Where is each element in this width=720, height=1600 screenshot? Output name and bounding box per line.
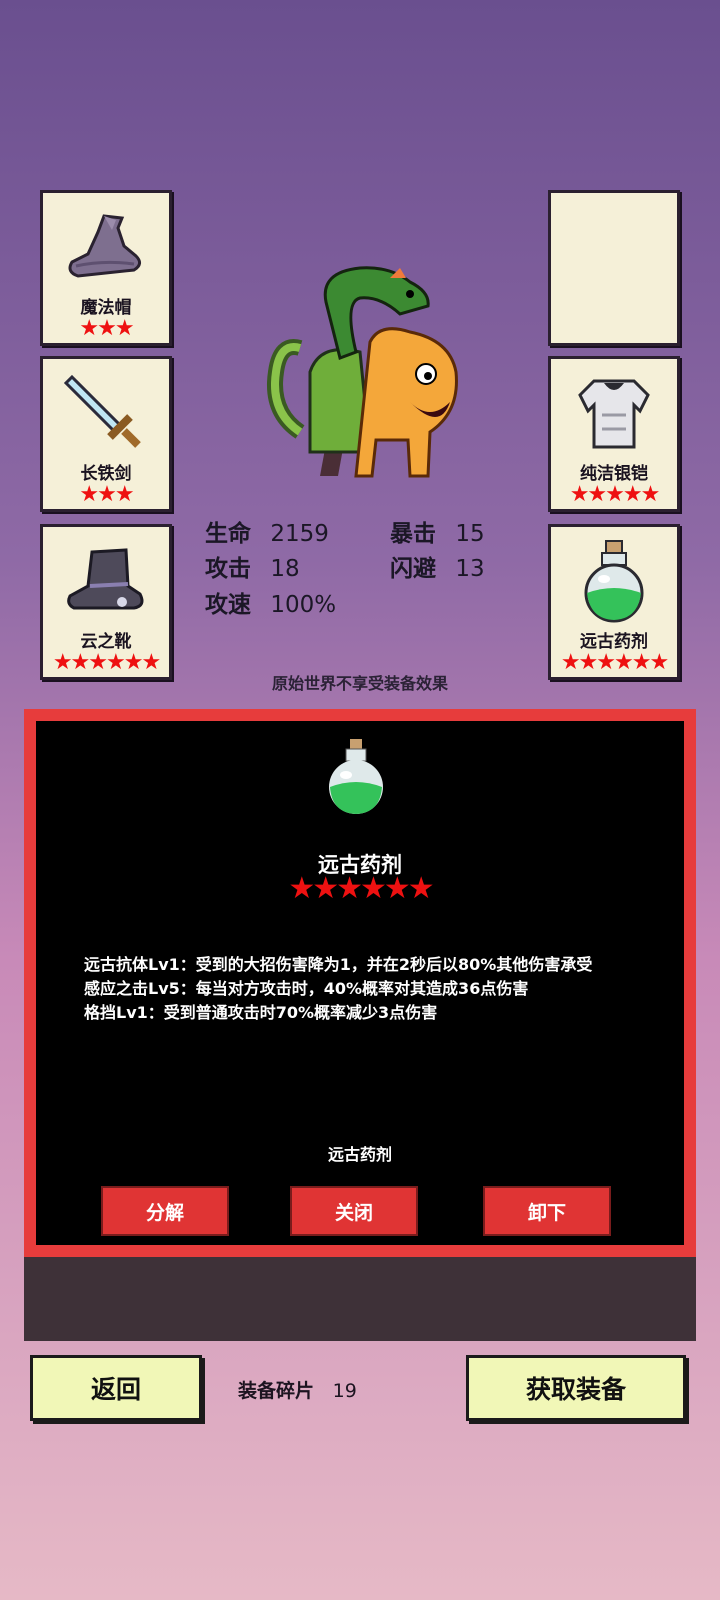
detail-potion-icon bbox=[326, 737, 386, 817]
skill-line: 感应之击Lv5：每当对方攻击时，40%概率对其造成36点伤害 bbox=[84, 979, 529, 998]
item-detail-body: 远古药剂 ★★★★★★ 远古抗体Lv1：受到的大招伤害降为1，并在2秒后以80%… bbox=[36, 721, 684, 1245]
detail-description: 远古抗体Lv1：受到的大招伤害降为1，并在2秒后以80%其他伤害承受 感应之击L… bbox=[84, 953, 644, 1025]
stat-speed-label: 攻速 bbox=[205, 592, 251, 618]
fragment-value: 19 bbox=[332, 1380, 357, 1402]
stat-crit-value: 15 bbox=[455, 521, 485, 547]
fragment-label: 装备碎片 bbox=[238, 1380, 315, 1402]
stat-hp-label: 生命 bbox=[205, 521, 251, 547]
stats-panel: 生命 2159 暴击 15 攻击 18 闪避 13 攻速 100% bbox=[0, 0, 720, 620]
item-detail-dialog: 远古药剂 ★★★★★★ 远古抗体Lv1：受到的大招伤害降为1，并在2秒后以80%… bbox=[24, 709, 696, 1341]
close-button[interactable]: 关闭 bbox=[290, 1186, 418, 1236]
skill-line: 远古抗体Lv1：受到的大招伤害降为1，并在2秒后以80%其他伤害承受 bbox=[84, 955, 593, 974]
back-button[interactable]: 返回 bbox=[30, 1355, 202, 1421]
get-equipment-button[interactable]: 获取装备 bbox=[466, 1355, 686, 1421]
stat-dodge-label: 闪避 bbox=[390, 556, 436, 582]
stat-dodge-value: 13 bbox=[455, 556, 485, 582]
decompose-button[interactable]: 分解 bbox=[101, 1186, 229, 1236]
item-detail-frame: 远古药剂 ★★★★★★ 远古抗体Lv1：受到的大招伤害降为1，并在2秒后以80%… bbox=[24, 709, 696, 1257]
stat-hp-value: 2159 bbox=[270, 521, 329, 547]
stat-atk-value: 18 bbox=[270, 556, 300, 582]
fragment-counter: 装备碎片 19 bbox=[238, 1376, 357, 1403]
stat-speed-value: 100% bbox=[270, 592, 337, 618]
unequip-button[interactable]: 卸下 bbox=[483, 1186, 611, 1236]
slot-name: 远古药剂 bbox=[580, 632, 648, 652]
detail-footer-name: 远古药剂 bbox=[327, 1145, 392, 1164]
world-notice: 原始世界不享受装备效果 bbox=[271, 674, 448, 693]
detail-stars: ★★★★★★ bbox=[288, 871, 434, 906]
skill-line: 格挡Lv1：受到普通攻击时70%概率减少3点伤害 bbox=[84, 1003, 438, 1022]
stat-atk-label: 攻击 bbox=[205, 556, 251, 582]
slot-name: 云之靴 bbox=[80, 632, 132, 652]
stat-crit-label: 暴击 bbox=[390, 521, 436, 547]
